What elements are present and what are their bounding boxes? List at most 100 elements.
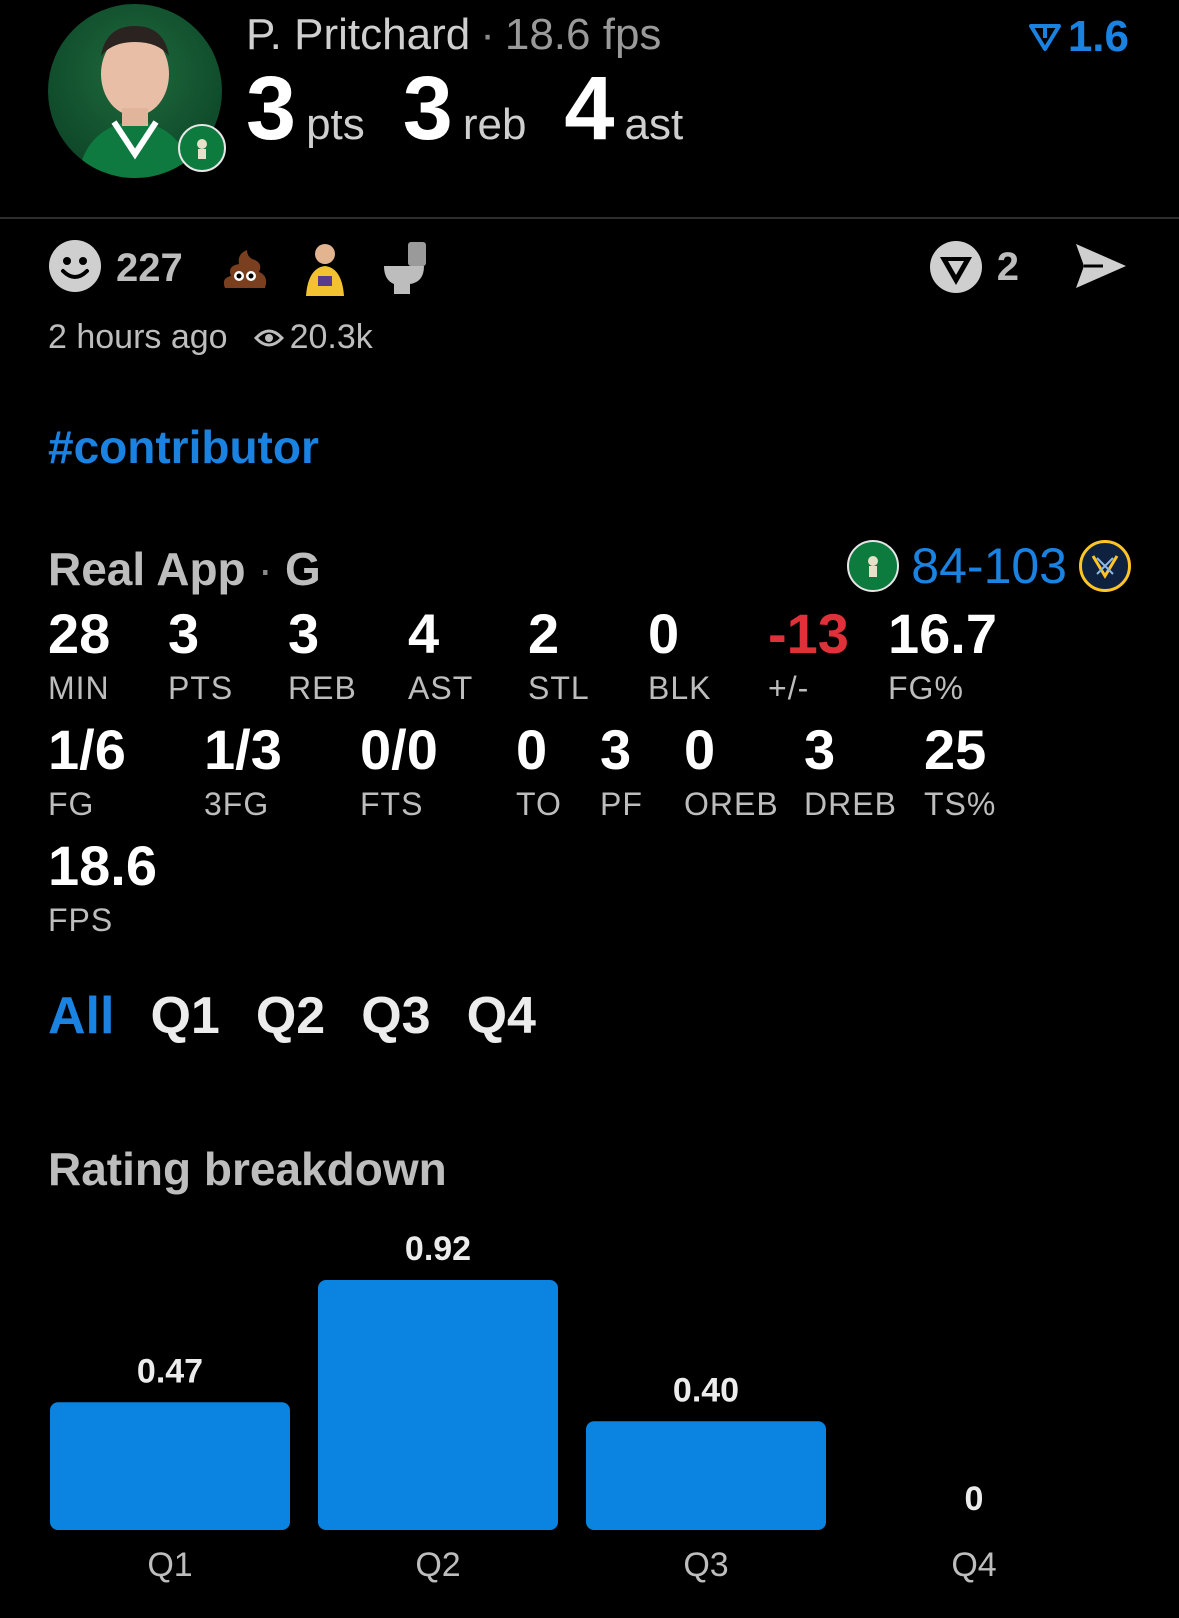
toilet-icon[interactable] [377,240,433,296]
source-app: Real App [48,543,246,595]
post-meta: 2 hours ago 20.3k [48,318,373,357]
stat-value: 18.6 [48,834,157,897]
vote-control[interactable]: 2 [929,240,1019,294]
stat-label: BLK [648,670,712,706]
tab-all[interactable]: All [48,986,114,1046]
stat-dreb: 3 DREB [804,722,897,823]
reactions-bar: 227 [48,239,457,298]
stat-ts-pct: 25 TS% [924,722,996,823]
game-score[interactable]: 84-103 [847,537,1131,595]
score-text: 84-103 [911,538,1067,594]
share-button[interactable] [1073,240,1129,297]
stat-value: 3 [804,718,836,781]
stat-value: 3 [288,602,320,665]
celtics-logo-icon [178,124,226,172]
stat-to: 0 TO [516,722,562,823]
headline-reb-value: 3 [402,59,453,159]
stat-value: 0 [516,718,548,781]
bar-value-label: 0.92 [405,1230,471,1268]
headline-stats: 3 pts 3 reb 4 ast [246,64,721,154]
stat-reb: 3 REB [288,606,357,707]
stat-ast: 4 AST [408,606,473,707]
stat-label: DREB [804,786,897,822]
stat-fg: 1/6 FG [48,722,126,823]
stat-plus-minus: -13 +/- [768,606,849,707]
send-icon [1076,244,1126,288]
stat-label: TS% [924,786,997,822]
stat-value: 16.7 [888,602,997,665]
header-divider [0,217,1179,219]
stat-label: AST [408,670,474,706]
stat-fg-pct: 16.7 FG% [888,606,997,707]
x-tick-label: Q2 [415,1546,460,1584]
rating-chart: 0.47 Q1 0.92 Q2 0.40 Q3 0 Q4 [50,1230,997,1584]
stat-label: FG [48,786,95,822]
stat-label: 3FG [204,786,270,822]
stat-label: FPS [48,902,114,938]
funnel-arrow-icon [1028,24,1061,51]
stat-fps: 18.6 FPS [48,838,157,939]
stat-3fg: 1/3 3FG [204,722,282,823]
view-count: 20.3k [253,318,373,357]
stat-label: +/- [768,670,810,706]
stat-label: FTS [360,786,424,822]
stat-value: -13 [768,602,849,665]
player-name[interactable]: P. Pritchard [246,10,470,59]
headline-pts-value: 3 [246,59,297,159]
headline-pts-unit: pts [306,100,365,149]
headline-ast-unit: ast [624,100,684,149]
stat-value: 3 [600,718,632,781]
stat-value: 0/0 [360,718,438,781]
bar-q2[interactable] [318,1280,558,1530]
stat-value: 28 [48,602,111,665]
separator: · [480,10,495,59]
stat-label: PTS [168,670,234,706]
bar-value-label: 0 [965,1480,984,1518]
view-count-value: 20.3k [289,318,373,356]
tab-q3[interactable]: Q3 [361,986,430,1046]
stat-label: MIN [48,670,110,706]
stat-value: 1/6 [48,718,126,781]
stat-value: 2 [528,602,560,665]
tab-q2[interactable]: Q2 [256,986,325,1046]
stat-value: 1/3 [204,718,282,781]
stat-label: TO [516,786,562,822]
x-tick-label: Q1 [147,1546,192,1584]
stat-value: 0 [648,602,680,665]
tab-q1[interactable]: Q1 [150,986,219,1046]
headline-ast-value: 4 [564,59,615,159]
stat-stl: 2 STL [528,606,590,707]
stat-label: OREB [684,786,779,822]
bar-q3[interactable] [586,1421,826,1530]
bar-value-label: 0.40 [673,1371,739,1409]
player-icon[interactable] [297,240,353,296]
x-tick-label: Q3 [683,1546,728,1584]
timestamp: 2 hours ago [48,318,228,356]
stat-value: 25 [924,718,987,781]
player-title: P. Pritchard · 18.6 fps [246,10,661,60]
reaction-count: 227 [116,245,183,290]
headline-reb-unit: reb [462,100,527,149]
player-fps: 18.6 fps [504,10,662,59]
stat-blk: 0 BLK [648,606,711,707]
bar-value-label: 0.47 [137,1352,203,1390]
separator: · [257,543,273,595]
rating-title: Rating breakdown [48,1143,447,1195]
smiley-icon[interactable] [48,239,102,298]
source-line: Real App · G [48,542,321,596]
stat-value: 0 [684,718,716,781]
stat-label: PF [600,786,643,822]
vote-count: 2 [996,244,1019,289]
bar-q1[interactable] [50,1402,290,1530]
tab-q4[interactable]: Q4 [467,986,536,1046]
x-tick-label: Q4 [951,1546,996,1584]
hashtag-link[interactable]: #contributor [48,420,319,474]
vote-icon [929,241,982,293]
poop-icon[interactable] [217,240,273,296]
fps-delta-value: 1.6 [1067,12,1129,61]
stat-fts: 0/0 FTS [360,722,438,823]
stat-value: 4 [408,602,440,665]
stat-value: 3 [168,602,200,665]
fps-delta: 1.6 [1028,12,1129,62]
player-position: G [284,543,321,595]
